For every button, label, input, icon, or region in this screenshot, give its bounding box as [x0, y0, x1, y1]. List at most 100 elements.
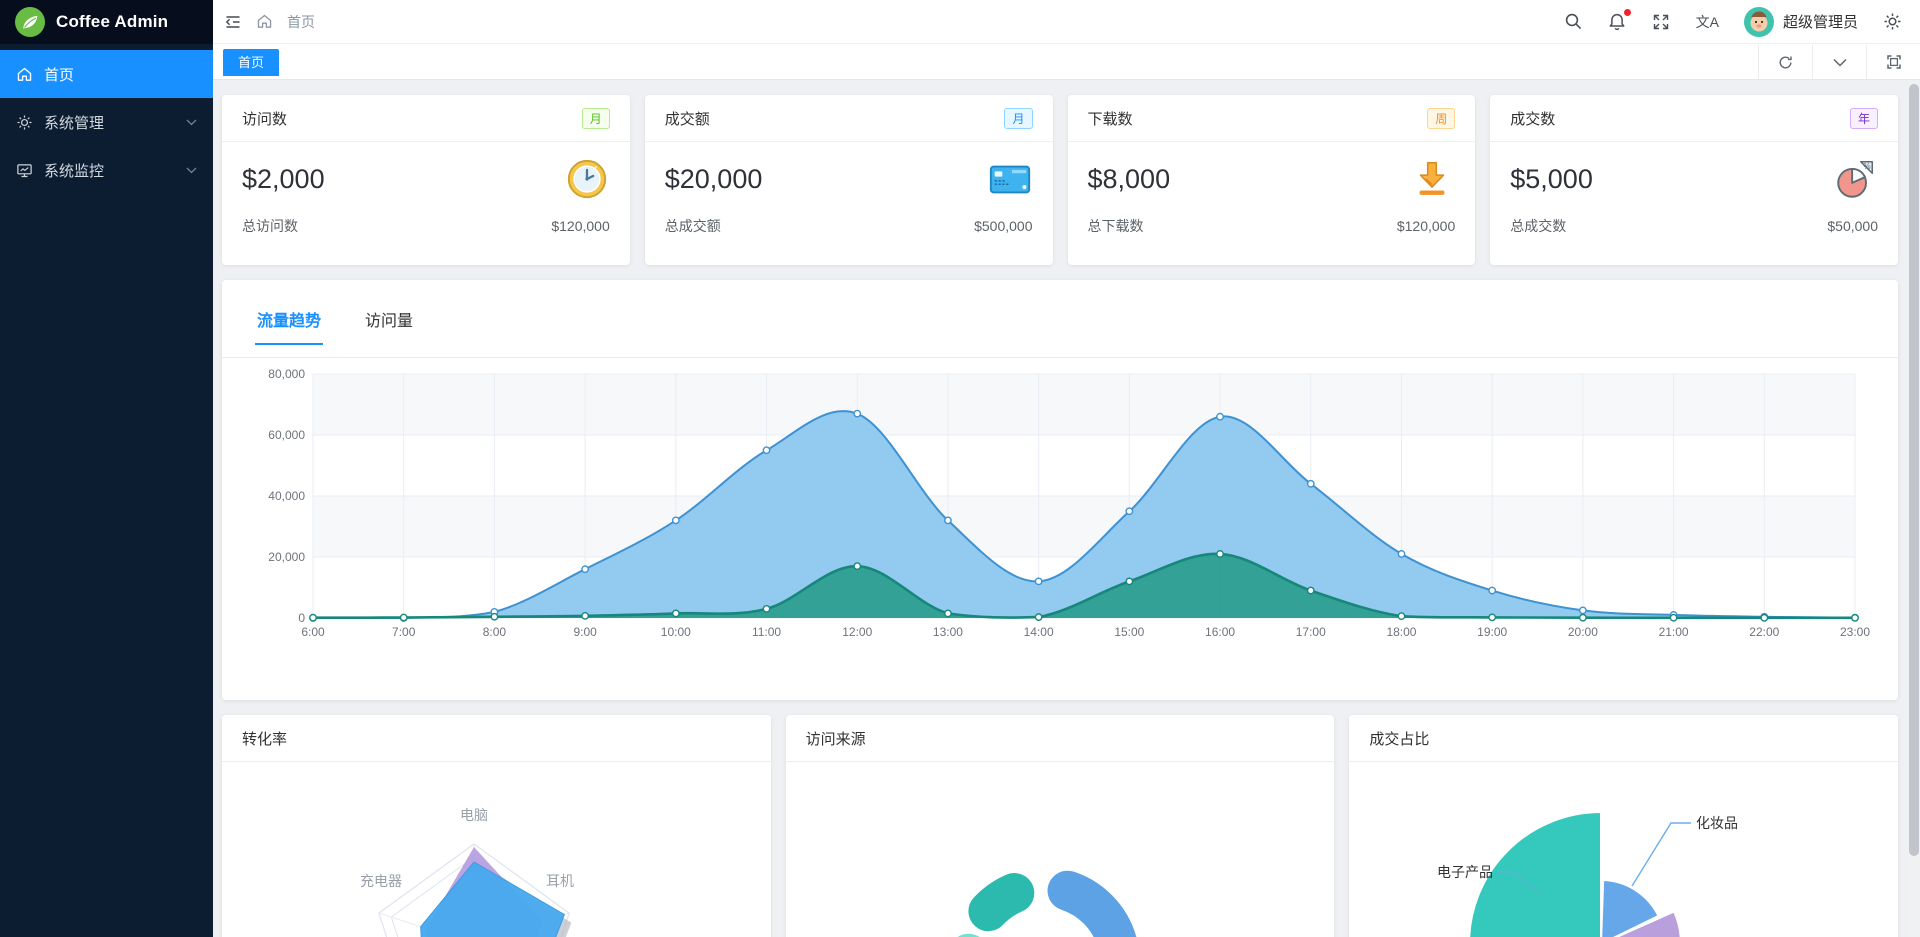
svg-text:0: 0 [298, 611, 305, 625]
notification-badge [1623, 9, 1631, 16]
settings-gear-icon[interactable] [1883, 12, 1902, 31]
svg-text:6:00: 6:00 [301, 625, 325, 639]
stat-footer-label: 总下载数 [1087, 218, 1144, 234]
svg-text:40,000: 40,000 [268, 489, 305, 503]
svg-text:化妆品: 化妆品 [1696, 815, 1738, 831]
user-menu[interactable]: 超级管理员 [1743, 6, 1858, 37]
card-title: 访问来源 [805, 730, 866, 748]
visit-source-card: 访问来源 [785, 715, 1335, 937]
period-badge[interactable]: 月 [581, 107, 610, 129]
svg-text:80,000: 80,000 [268, 367, 305, 381]
sidebar: Coffee Admin 首页 系统管理 系统监控 [0, 0, 213, 937]
svg-text:22:00: 22:00 [1749, 625, 1779, 639]
svg-text:电子产品: 电子产品 [1437, 864, 1493, 880]
app-logo[interactable]: Coffee Admin [0, 0, 213, 44]
period-badge[interactable]: 月 [1004, 107, 1033, 129]
gear-icon [17, 115, 32, 129]
sidebar-item-label: 系统监控 [44, 162, 105, 180]
stat-value: $5,000 [1510, 163, 1593, 194]
svg-text:10:00: 10:00 [661, 625, 691, 639]
bell-icon[interactable] [1608, 9, 1631, 31]
stat-footer-label: 总访问数 [242, 218, 298, 234]
user-name: 超级管理员 [1782, 14, 1858, 31]
monitor-icon [17, 163, 32, 177]
breadcrumb-current[interactable]: 首页 [287, 12, 315, 32]
sidebar-item-label: 系统管理 [44, 114, 105, 132]
card-title: 转化率 [242, 730, 288, 748]
period-badge[interactable]: 年 [1849, 107, 1878, 129]
svg-text:18:00: 18:00 [1386, 625, 1416, 639]
svg-text:14:00: 14:00 [1024, 625, 1054, 639]
stat-footer-value: $50,000 [1827, 218, 1878, 234]
svg-text:12:00: 12:00 [842, 625, 872, 639]
sidebar-item-label: 首页 [44, 66, 75, 84]
stat-card-visits: 访问数 月 $2,000 总访问数 $120,000 [222, 95, 630, 265]
stat-footer-label: 总成交数 [1510, 218, 1567, 234]
clock-icon [567, 159, 606, 199]
svg-text:60,000: 60,000 [268, 428, 305, 442]
tab-traffic-trend[interactable]: 流量趋势 [255, 307, 324, 345]
stat-value: $8,000 [1087, 163, 1171, 194]
fullscreen-icon[interactable] [1652, 12, 1671, 31]
conversion-rate-card: 转化率 电脑耳机 充电器 [222, 715, 771, 937]
stat-card-title: 访问数 [242, 110, 288, 128]
visit-source-donut-chart [957, 870, 1136, 937]
refresh-icon[interactable] [1758, 45, 1812, 79]
stat-footer-value: $120,000 [551, 218, 610, 234]
breadcrumb: 首页 [223, 12, 315, 32]
chevron-down-icon [186, 167, 197, 173]
translate-icon[interactable]: 文A [1696, 15, 1719, 29]
stat-card-deal-count: 成交数 年 $5,000 % 总成交数 $50,000 [1490, 95, 1898, 265]
svg-text:7:00: 7:00 [392, 625, 416, 639]
svg-text:耳机: 耳机 [546, 873, 574, 889]
maximize-icon[interactable] [1866, 45, 1920, 79]
svg-text:13:00: 13:00 [933, 625, 963, 639]
svg-text:19:00: 19:00 [1477, 625, 1507, 639]
stat-footer-value: $500,000 [974, 218, 1033, 234]
stat-value: $2,000 [242, 163, 325, 194]
stat-value: $20,000 [664, 163, 763, 194]
topbar-actions: 文A 超级管理员 [1564, 6, 1902, 37]
traffic-trend-chart: 0 20,000 40,000 60,000 80,000 6:00 7:00 8:00 9:0… [268, 367, 1870, 639]
chevron-down-icon[interactable] [1812, 45, 1866, 79]
svg-text:11:00: 11:00 [752, 625, 781, 639]
card-title: 成交占比 [1369, 730, 1430, 748]
scrollbar-thumb[interactable] [1909, 84, 1919, 856]
stat-card-title: 下载数 [1087, 110, 1133, 128]
menu-fold-icon[interactable] [223, 12, 242, 31]
download-icon [1419, 161, 1445, 195]
sidebar-item-system-monitor[interactable]: 系统监控 [0, 146, 213, 194]
trend-tabs: 流量趋势 访问量 [222, 280, 1898, 358]
svg-text:电脑: 电脑 [460, 807, 488, 823]
stat-card-downloads: 下载数 周 $8,000 总下载数 $120,000 [1067, 95, 1476, 265]
svg-text:%: % [1863, 162, 1870, 171]
stat-footer-label: 总成交额 [664, 218, 721, 234]
svg-text:8:00: 8:00 [483, 625, 507, 639]
svg-text:充电器: 充电器 [360, 873, 402, 889]
stat-card-title: 成交数 [1510, 110, 1556, 128]
svg-text:21:00: 21:00 [1659, 625, 1689, 639]
stat-card-deal-amount: 成交额 月 $20,000 总成交额 $500,000 [644, 95, 1053, 265]
stat-cards-row: 访问数 月 $2,000 总访问数 $120,000 成交额 月 $20,000… [222, 95, 1898, 265]
sidebar-item-home[interactable]: 首页 [0, 50, 213, 98]
period-badge[interactable]: 周 [1427, 107, 1456, 129]
main-content: 访问数 月 $2,000 总访问数 $120,000 成交额 月 $20,000… [213, 80, 1920, 937]
tabbar-tools [1758, 45, 1920, 79]
scrollbar-track[interactable] [1908, 80, 1920, 937]
tab-visits[interactable]: 访问量 [363, 307, 415, 331]
route-tab-home[interactable]: 首页 [223, 48, 280, 76]
route-tabbar: 首页 [213, 45, 1920, 80]
svg-text:17:00: 17:00 [1296, 625, 1326, 639]
pie-percent-icon: % [1837, 160, 1874, 198]
svg-text:9:00: 9:00 [573, 625, 597, 639]
svg-text:15:00: 15:00 [1114, 625, 1144, 639]
conversion-radar-chart: 电脑耳机 充电器 [360, 807, 574, 937]
search-icon[interactable] [1564, 12, 1583, 31]
svg-text:20,000: 20,000 [268, 550, 305, 564]
svg-text:16:00: 16:00 [1205, 625, 1235, 639]
sidebar-item-system-admin[interactable]: 系统管理 [0, 98, 213, 146]
svg-text:20:00: 20:00 [1568, 625, 1598, 639]
svg-text:23:00: 23:00 [1840, 625, 1870, 639]
breadcrumb-home-icon[interactable] [255, 12, 274, 31]
topbar: 首页 文A 超级管理员 [213, 0, 1920, 44]
